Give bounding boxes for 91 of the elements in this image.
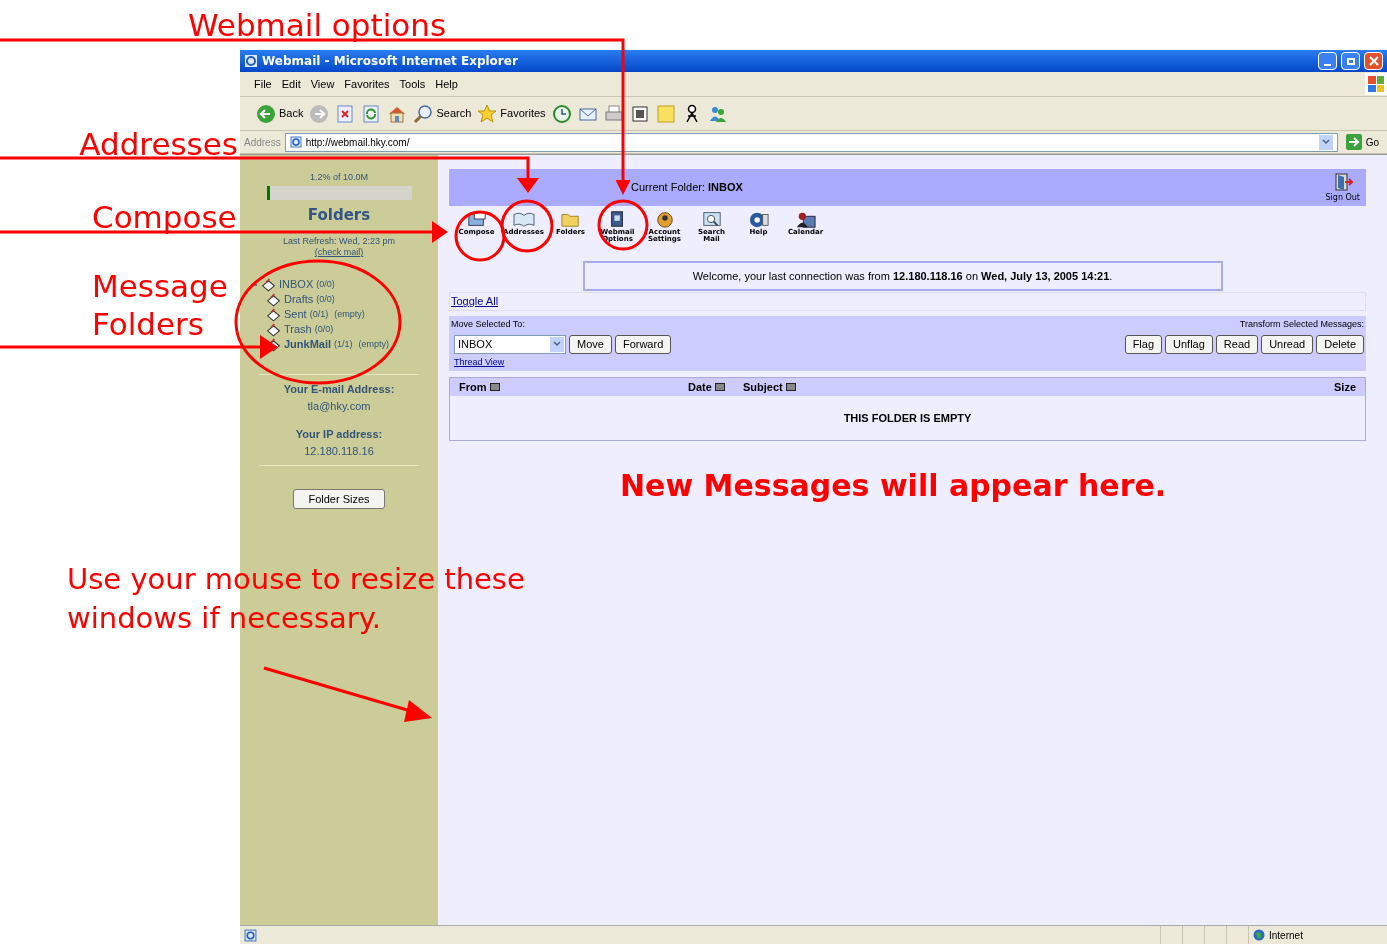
menu-item[interactable]: Edit (281, 75, 301, 93)
message-count: (1/1) (334, 337, 353, 351)
annotation-text: Webmail options (188, 6, 447, 45)
ip-label: Your IP address: (295, 427, 383, 442)
menu-item[interactable]: Favorites (344, 75, 390, 93)
menu-item[interactable]: Help (435, 75, 458, 93)
highlight-circle (500, 199, 554, 253)
folder-link[interactable]: JunkMail (284, 336, 332, 353)
menu-item[interactable]: File (254, 75, 272, 93)
page-icon (244, 928, 257, 942)
search-icon (413, 103, 434, 124)
annotation-text: Use your mouse to resize these windows if necessary. (67, 561, 526, 637)
close-button[interactable] (1364, 52, 1383, 70)
highlight-circle (597, 199, 649, 251)
last-refresh-text: Last Refresh: Wed, 2:23 pm (283, 234, 395, 248)
folder-select[interactable]: INBOX (454, 334, 566, 354)
move-action-button[interactable]: Move (569, 334, 612, 354)
message-count: (0/0) (314, 322, 334, 336)
document-icon[interactable] (629, 103, 650, 124)
folder-link[interactable]: Drafts (284, 291, 314, 308)
email-address: tla@hky.com (307, 398, 371, 414)
back-button[interactable]: Back (256, 103, 304, 124)
transform-action-button[interactable]: Unflag (1165, 334, 1213, 354)
back-icon (256, 103, 276, 124)
folder-link[interactable]: Sent (284, 306, 307, 323)
stop-icon[interactable] (335, 103, 356, 124)
message-count: (0/0) (316, 292, 335, 306)
folder-sizes-button[interactable]: Folder Sizes (293, 489, 385, 509)
star-icon (477, 103, 498, 124)
transform-action-button[interactable]: Flag (1124, 334, 1163, 354)
annotation-text: Message Folders (92, 267, 229, 343)
check-mail-link[interactable]: (check mail) (314, 248, 364, 257)
move-label: Move Selected To: (451, 318, 526, 331)
menu-item[interactable]: View (310, 75, 335, 93)
favorites-button[interactable]: Favorites (477, 103, 546, 124)
empty-folder-link[interactable]: (empty) (358, 337, 390, 352)
search-icon (700, 209, 723, 229)
current-folder-text: Current Folder: INBOX (631, 180, 743, 196)
search-button[interactable]: Search (413, 103, 472, 124)
windows-logo-icon (1365, 73, 1387, 95)
close-icon (1368, 56, 1379, 66)
caret-icon (553, 341, 561, 347)
go-button[interactable]: Go (1341, 134, 1383, 150)
address-label: Address (244, 135, 281, 150)
annotation-text: Addresses (79, 125, 238, 164)
security-zone-text: Internet (1269, 928, 1303, 943)
message-count: (0/0) (316, 277, 335, 291)
arrow-icon (1345, 134, 1362, 150)
minimize-button[interactable] (1318, 52, 1337, 70)
restore-button[interactable] (1341, 52, 1360, 70)
menu-item[interactable]: Tools (399, 75, 426, 93)
annotation-text: Compose (92, 198, 237, 237)
transform-action-button[interactable]: Unread (1261, 334, 1314, 354)
transform-action-button[interactable]: Delete (1316, 334, 1364, 354)
printer-icon[interactable] (603, 103, 624, 124)
column-header[interactable]: From (459, 378, 487, 396)
window-title: Webmail - Microsoft Internet Explorer (262, 53, 518, 70)
page-icon (289, 136, 302, 148)
empty-folder-link[interactable]: (empty) (334, 307, 365, 322)
transform-action-button[interactable]: Read (1215, 334, 1259, 354)
move-action-button[interactable]: Forward (614, 334, 672, 354)
address-field[interactable]: http://webmail.hky.com/ (284, 132, 1338, 152)
dropdown-button[interactable] (550, 336, 564, 352)
annotation-text: New Messages will appear here. (620, 467, 1167, 505)
email-label: Your E-mail Address: (283, 382, 395, 397)
caret-icon (1321, 139, 1330, 145)
transform-label: Transform Selected Messages: (1239, 318, 1364, 331)
refresh-icon[interactable] (361, 103, 382, 124)
thread-view-link[interactable]: Thread View (454, 355, 672, 369)
highlight-circle (454, 210, 506, 262)
empty-folder-message: THIS FOLDER IS EMPTY (843, 410, 972, 426)
column-header[interactable]: Date (688, 378, 712, 396)
message-count: (0/1) (309, 307, 329, 321)
quota-text: 1.2% of 10.0M (309, 171, 368, 184)
sign-out-button[interactable]: Sign Out (1325, 171, 1364, 204)
folder-link[interactable]: Trash (284, 321, 312, 338)
history-icon[interactable] (551, 103, 572, 124)
globe-icon (1253, 929, 1265, 941)
column-header[interactable]: Subject (743, 378, 783, 396)
sort-icon[interactable] (785, 383, 796, 391)
folders-heading: Folders (307, 207, 371, 223)
dropdown-button[interactable] (1318, 134, 1333, 150)
column-header[interactable]: Size (1334, 378, 1356, 396)
sort-icon[interactable] (714, 383, 725, 391)
ip-address: 12.180.118.16 (304, 443, 374, 459)
sort-icon[interactable] (489, 383, 500, 391)
welcome-message: Welcome, your last connection was from 12.180.118.16 on Wed, July 13, 2005 14:21. (692, 268, 1113, 284)
folder-link[interactable]: INBOX (279, 276, 314, 293)
door-exit-icon (1332, 171, 1353, 192)
toggle-all-link[interactable]: Toggle All (451, 293, 499, 310)
browser-logo-icon (244, 54, 258, 68)
